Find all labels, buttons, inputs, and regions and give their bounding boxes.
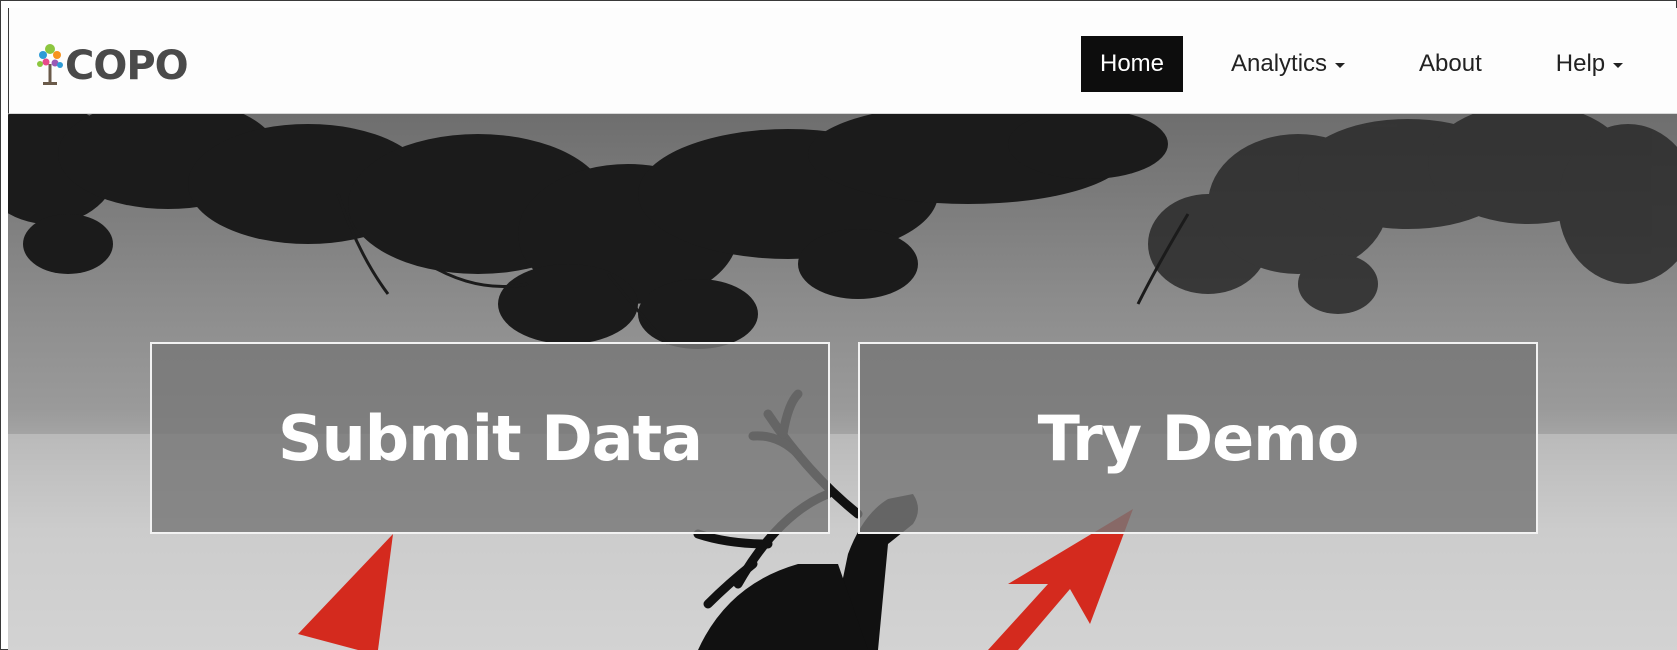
nav-home[interactable]: Home [1081, 36, 1183, 92]
try-demo-button[interactable]: Try Demo [858, 342, 1538, 534]
submit-data-label: Submit Data [277, 401, 703, 475]
caret-down-icon [1613, 63, 1624, 68]
submit-data-button[interactable]: Submit Data [150, 342, 830, 534]
nav-help-label: Help [1555, 50, 1606, 77]
hero-banner: Submit Data Try Demo [8, 114, 1677, 650]
nav-help-dropdown[interactable]: Help [1536, 36, 1643, 92]
top-navbar: COPO Home Analytics About Help [8, 8, 1677, 114]
nav-analytics-dropdown[interactable]: Analytics [1211, 36, 1365, 92]
caret-down-icon [1335, 63, 1346, 68]
copo-tree-logo [35, 40, 65, 92]
brand-name: COPO [65, 43, 189, 89]
nav-about-label: About [1419, 50, 1482, 77]
nav-about[interactable]: About [1399, 36, 1502, 92]
nav-home-label: Home [1099, 50, 1165, 77]
try-demo-label: Try Demo [1037, 401, 1360, 475]
nav-menu: Home Analytics About Help [1081, 36, 1643, 92]
nav-analytics-label: Analytics [1231, 50, 1328, 77]
brand[interactable]: COPO [35, 36, 189, 96]
